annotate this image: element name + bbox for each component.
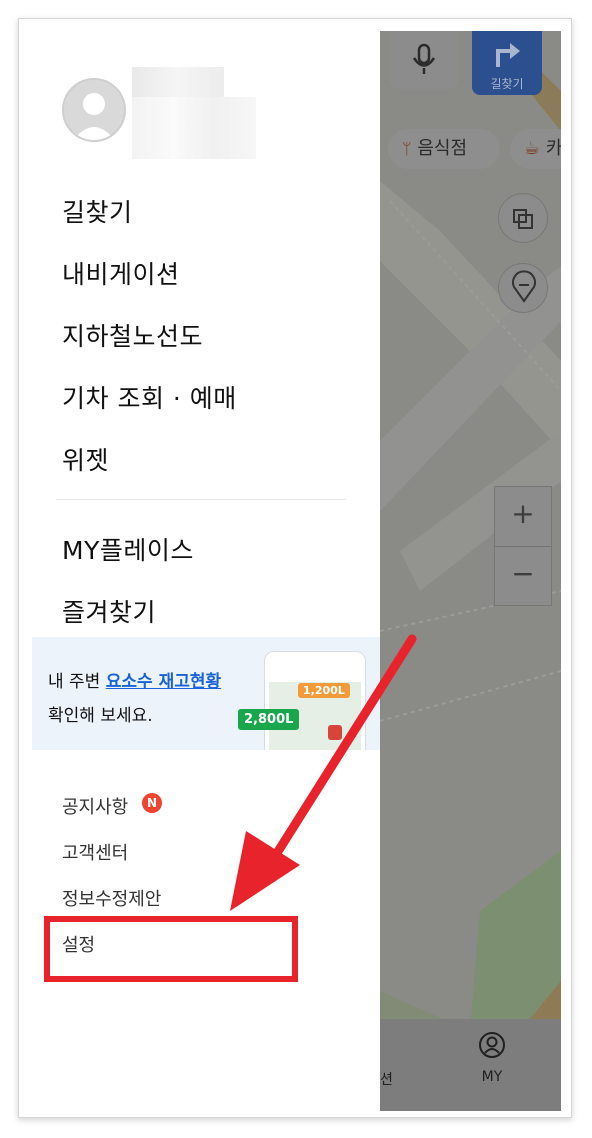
screenshot-frame: 길찾기 ᛘ 음식점 ☕ 카 + − 션 MY 길찾기 내비게이션 지하철노선도 … [18, 18, 572, 1118]
red-arrow-annotation [230, 634, 417, 911]
phone-screen: 길찾기 ᛘ 음식점 ☕ 카 + − 션 MY 길찾기 내비게이션 지하철노선도 … [32, 31, 561, 1111]
